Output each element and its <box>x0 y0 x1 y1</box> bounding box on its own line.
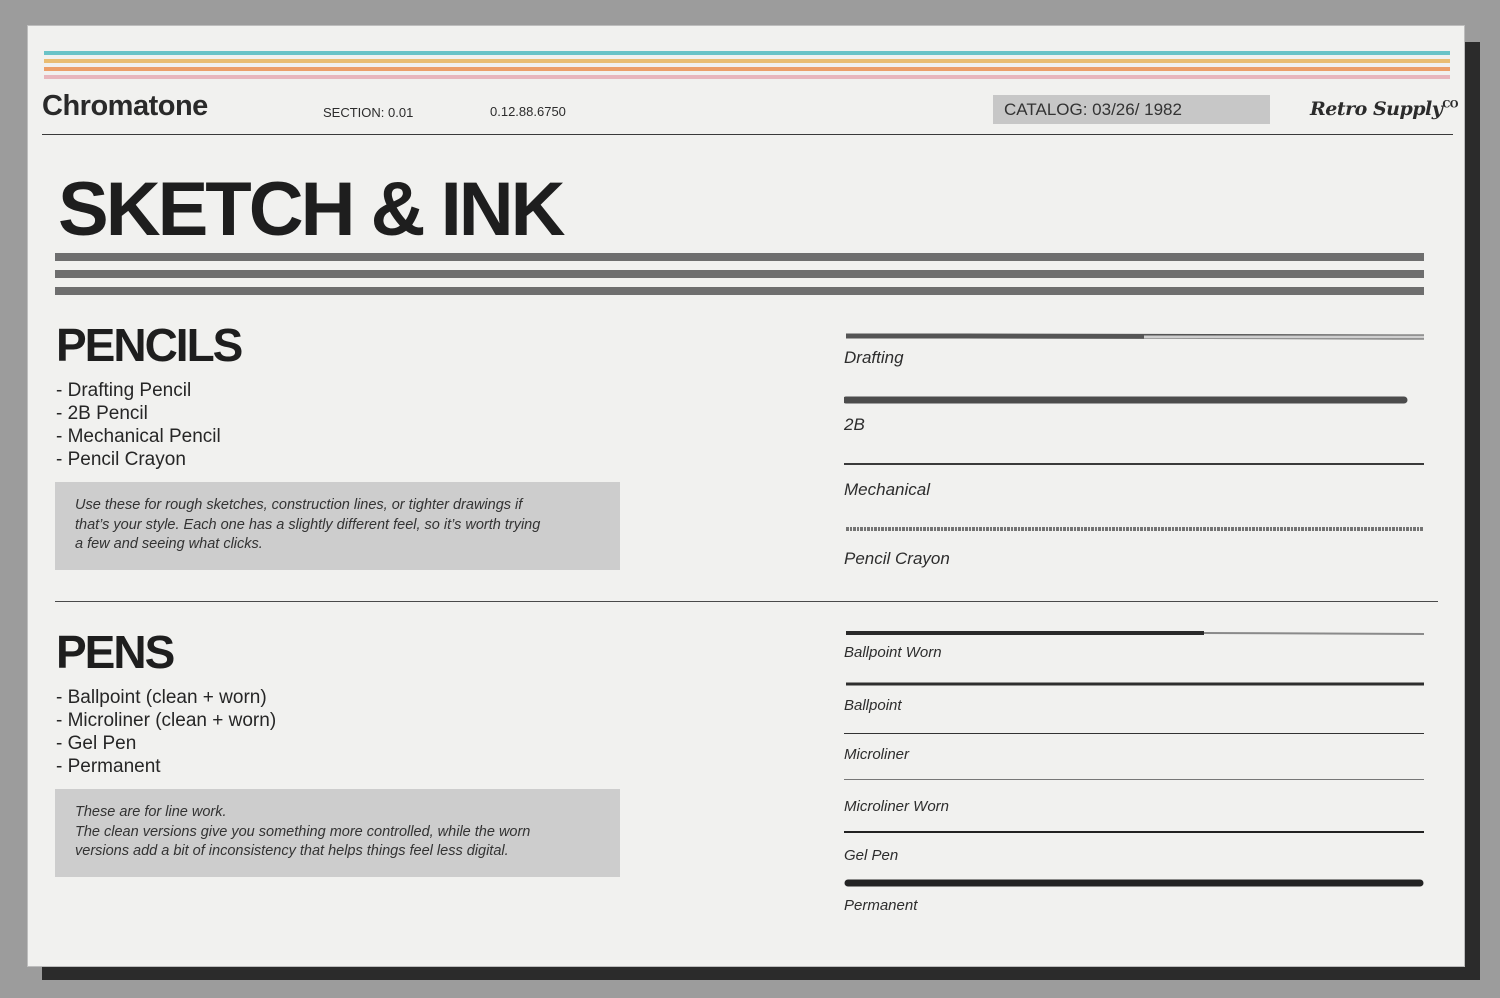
catalog-sheet: Chromatone SECTION: 0.01 0.12.88.6750 CA… <box>27 25 1465 967</box>
list-item: - Mechanical Pencil <box>56 426 221 447</box>
list-item: - Ballpoint (clean + worn) <box>56 687 267 708</box>
catalog-date: CATALOG: 03/26/ 1982 <box>1004 100 1182 119</box>
list-item: - Drafting Pencil <box>56 380 192 401</box>
sample-label: Mechanical <box>844 480 930 499</box>
sample-label: Microliner Worn <box>844 798 950 815</box>
brand-name: Chromatone <box>42 90 208 122</box>
sample-label: Permanent <box>844 897 918 914</box>
ballpoint-worn-stroke <box>846 631 1424 635</box>
section-number: SECTION: 0.01 <box>323 105 414 120</box>
color-stripe-yellow <box>44 59 1450 63</box>
retro-supply-logo: Retro SupplyCO <box>1310 98 1458 120</box>
list-item: - 2B Pencil <box>56 403 148 424</box>
pencils-description-box: Use these for rough sketches, constructi… <box>55 482 620 570</box>
section-divider <box>55 601 1438 602</box>
sample-label: Microliner <box>844 746 910 763</box>
ballpoint-stroke <box>846 682 1424 686</box>
sample-label: Drafting <box>844 348 904 367</box>
pens-heading: PENS <box>56 626 175 678</box>
page-title: SKETCH & INK <box>58 167 565 252</box>
list-item: - Pencil Crayon <box>56 449 186 470</box>
color-stripe-orange <box>44 67 1450 71</box>
logo-suffix: CO <box>1442 99 1458 111</box>
sample-label: Gel Pen <box>844 847 899 864</box>
2b-stroke <box>844 396 1408 404</box>
mechanical-stroke <box>844 463 1424 465</box>
title-bar-3 <box>55 287 1424 295</box>
logo-wordmark: Retro Supply <box>1310 98 1443 120</box>
pens-list: - Ballpoint (clean + worn) - Microliner … <box>56 686 276 778</box>
pencils-heading: PENCILS <box>56 319 243 371</box>
sample-label: 2B <box>844 415 865 434</box>
list-item: - Gel Pen <box>56 733 137 754</box>
microliner-stroke <box>844 733 1424 734</box>
pencils-list: - Drafting Pencil - 2B Pencil - Mechanic… <box>56 379 221 471</box>
list-item: - Microliner (clean + worn) <box>56 710 277 731</box>
list-item: - Permanent <box>56 756 161 777</box>
pens-description: These are for line work. The clean versi… <box>75 804 531 859</box>
drafting-stroke <box>846 333 1424 340</box>
sample-label: Ballpoint Worn <box>844 644 942 661</box>
pens-description-box: These are for line work. The clean versi… <box>55 789 620 877</box>
pencils-description: Use these for rough sketches, constructi… <box>75 497 541 552</box>
microliner-worn-stroke <box>844 779 1424 780</box>
title-bar-2 <box>55 270 1424 278</box>
color-stripe-teal <box>44 51 1450 55</box>
title-bar-1 <box>55 253 1424 261</box>
sample-label: Ballpoint <box>844 697 902 714</box>
color-stripe-pink <box>44 75 1450 79</box>
crayon-stroke <box>846 527 1424 531</box>
sample-label: Pencil Crayon <box>844 549 950 568</box>
gel-pen-stroke <box>844 831 1424 833</box>
permanent-stroke <box>844 879 1424 887</box>
header-divider <box>42 134 1453 135</box>
catalog-code: 0.12.88.6750 <box>490 104 566 119</box>
